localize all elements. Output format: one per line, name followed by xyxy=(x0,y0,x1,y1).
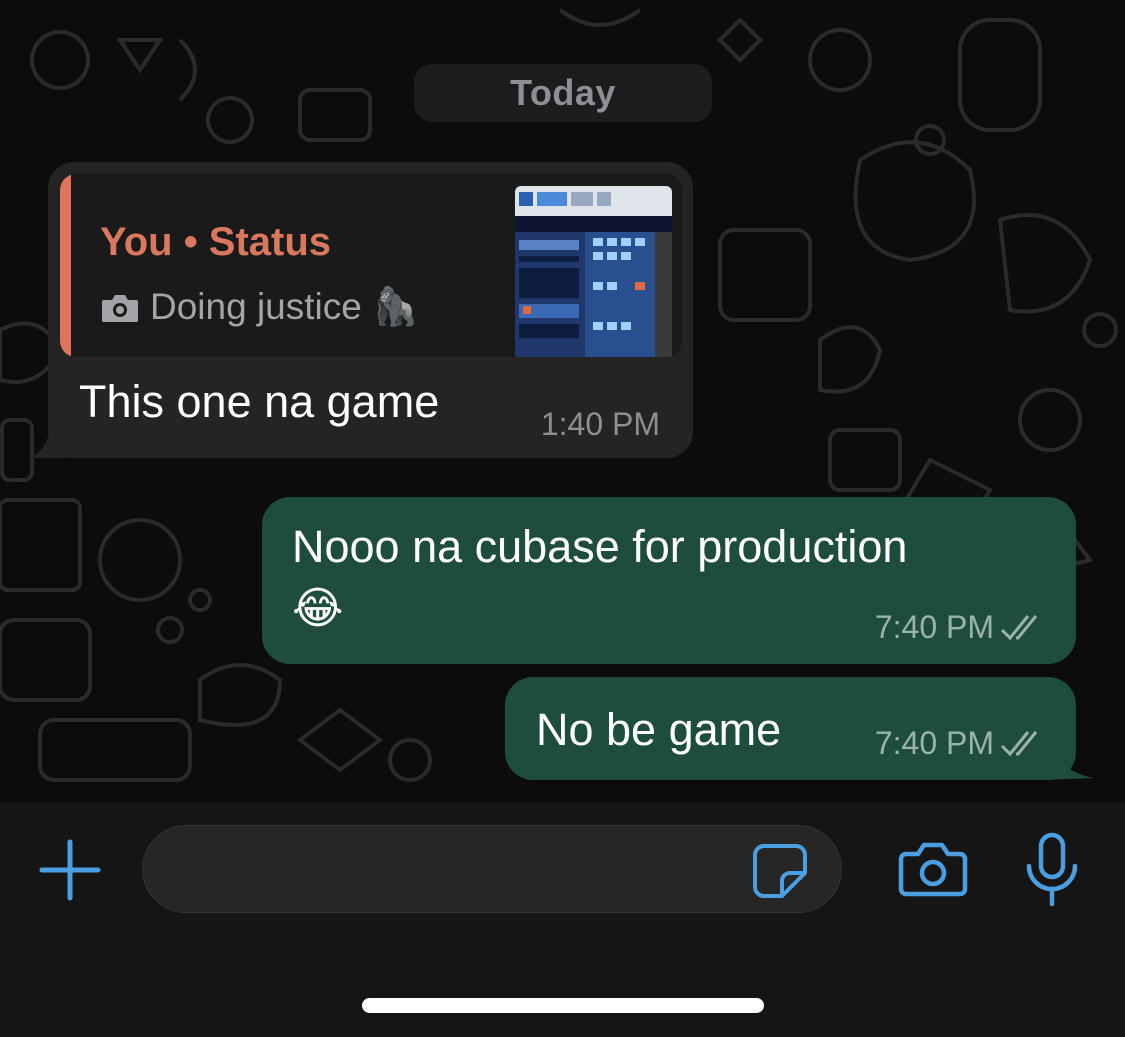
quote-accent-bar xyxy=(60,174,71,357)
double-check-icon xyxy=(1000,730,1038,756)
quote-caption-row: Doing justice 🦍 xyxy=(100,286,418,329)
outgoing-message[interactable]: Nooo na cubase for production 😂 7:40 PM xyxy=(262,497,1076,664)
date-separator: Today xyxy=(414,64,712,122)
plus-icon[interactable] xyxy=(38,838,102,902)
camera-icon[interactable] xyxy=(898,840,968,898)
outgoing-message-time: 7:40 PM xyxy=(874,725,994,761)
quote-caption: Doing justice 🦍 xyxy=(150,286,419,327)
status-reply-quote[interactable]: You • Status Doing justice 🦍 xyxy=(60,174,682,357)
microphone-icon[interactable] xyxy=(1024,832,1080,908)
message-input[interactable] xyxy=(142,825,842,913)
incoming-message-text: This one na game xyxy=(79,376,440,427)
incoming-message[interactable]: You • Status Doing justice 🦍 This one na… xyxy=(48,162,693,458)
laughing-emoji: 😂 xyxy=(292,584,344,633)
sticker-icon[interactable] xyxy=(752,843,808,899)
outgoing-message-text: No be game xyxy=(536,704,782,755)
outgoing-message-meta: 7:40 PM xyxy=(875,725,1048,762)
outgoing-message-time: 7:40 PM xyxy=(874,609,994,645)
outgoing-message-meta: 7:40 PM xyxy=(875,609,1048,646)
outgoing-message-text: Nooo na cubase for production xyxy=(292,521,908,572)
double-check-icon xyxy=(1000,614,1038,640)
incoming-message-time: 1:40 PM xyxy=(540,406,660,442)
home-indicator[interactable] xyxy=(362,998,764,1013)
camera-icon xyxy=(102,294,138,322)
outgoing-message[interactable]: No be game 7:40 PM xyxy=(505,677,1076,780)
quote-author: You • Status xyxy=(100,220,332,264)
cubase-screenshot-thumbnail xyxy=(515,186,672,357)
